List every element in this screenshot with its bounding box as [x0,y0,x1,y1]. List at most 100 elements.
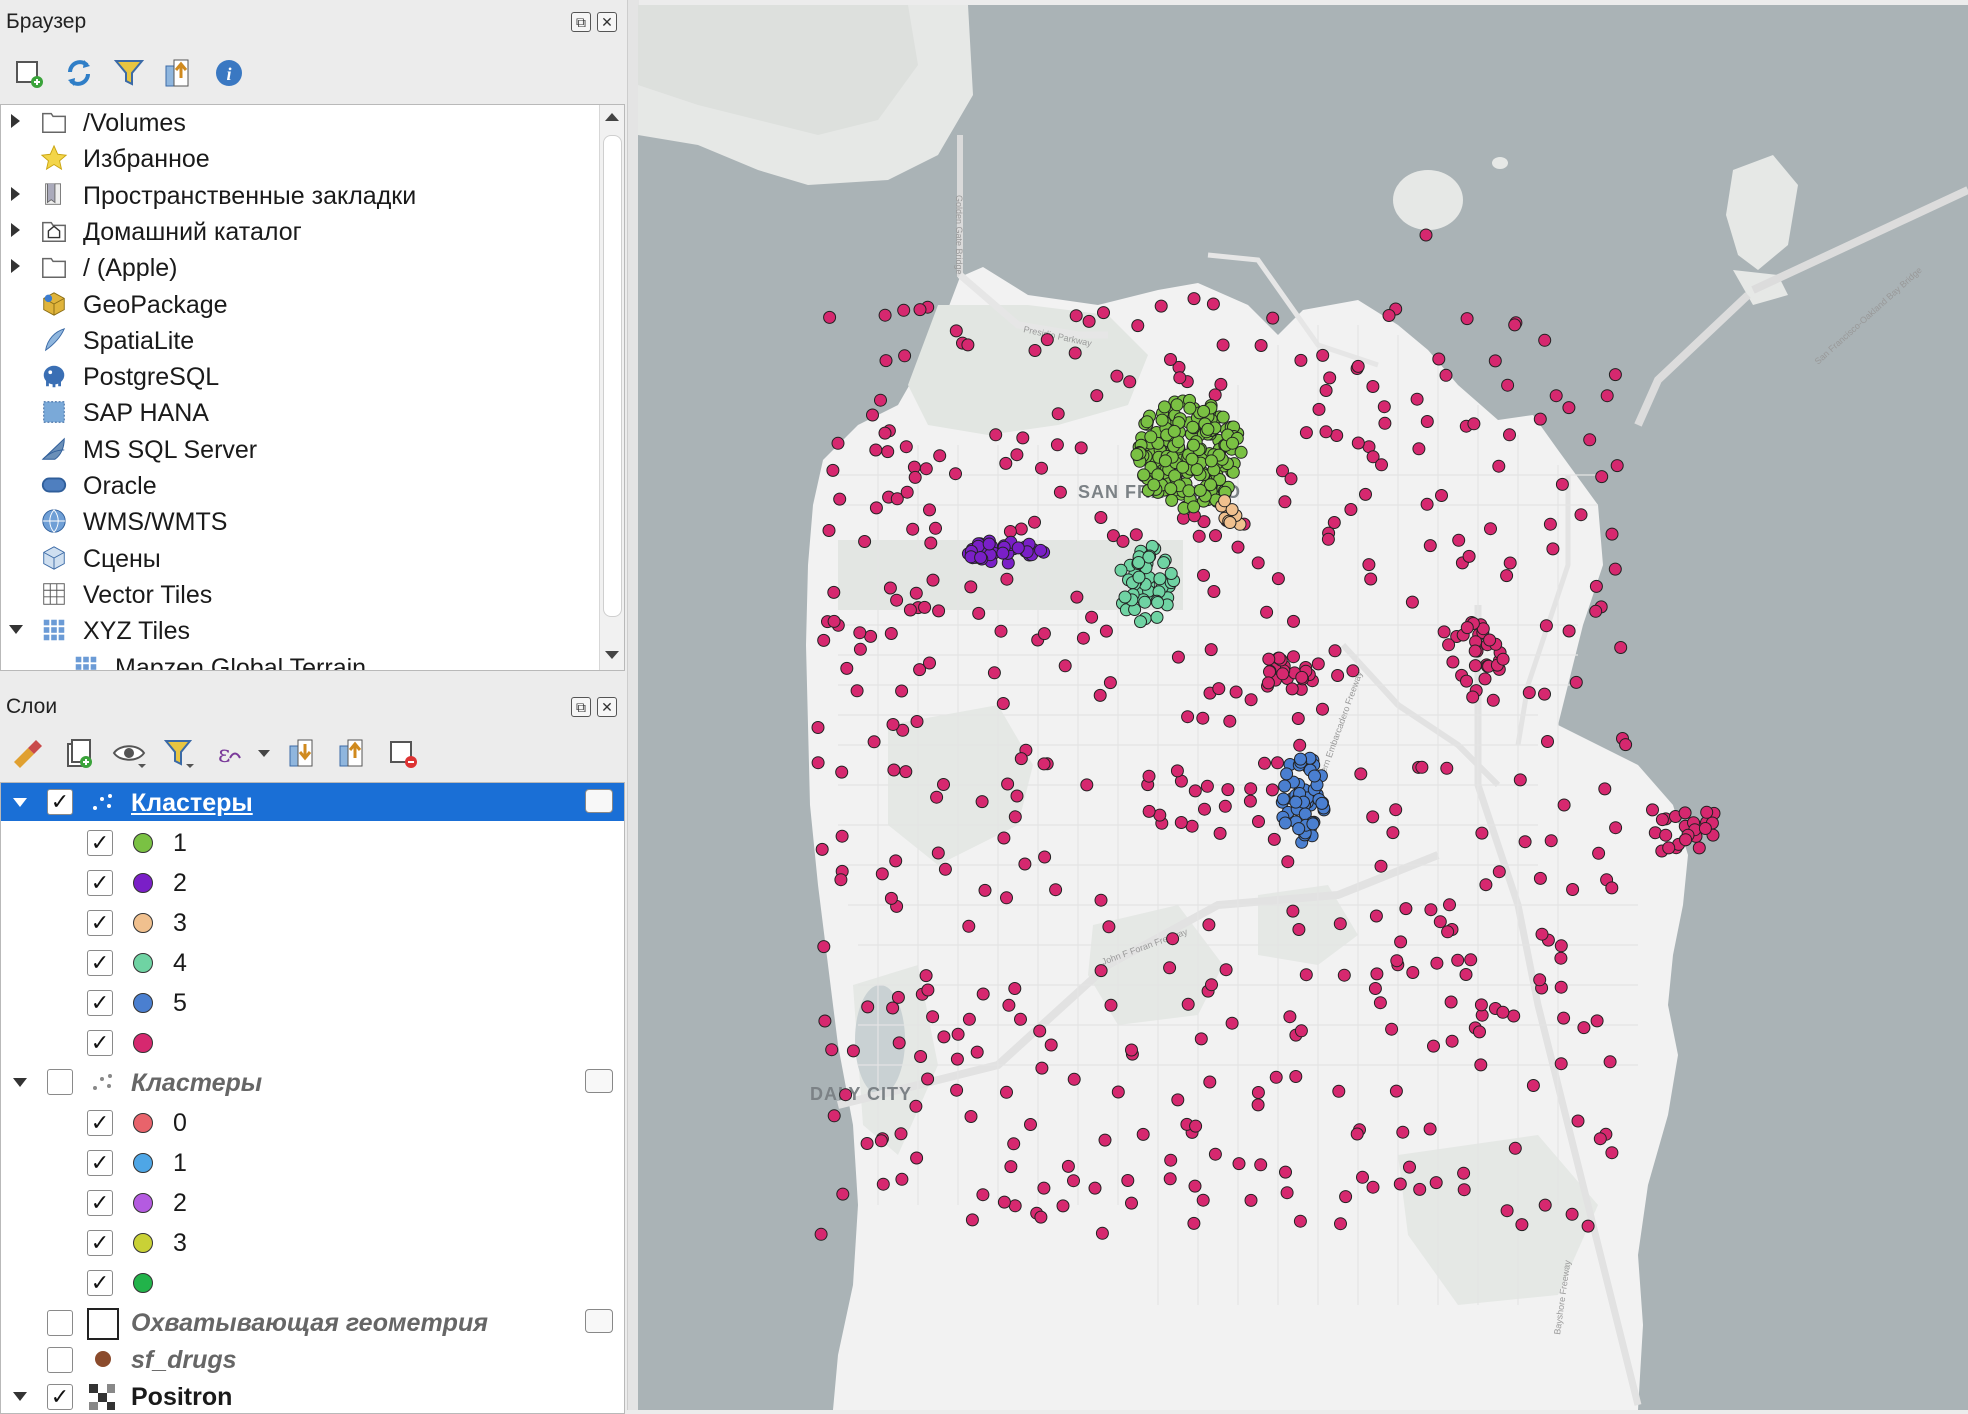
memory-layer-icon[interactable] [585,1069,613,1093]
class-visibility-checkbox[interactable]: ✓ [87,830,113,856]
class-visibility-checkbox[interactable]: ✓ [87,950,113,976]
browser-item[interactable]: PostgreSQL [1,358,591,394]
browser-item[interactable]: /Volumes [1,105,591,140]
legend-class-row[interactable]: ✓ 4 [1,943,624,981]
browser-item[interactable]: SpatiaLite [1,322,591,358]
class-visibility-checkbox[interactable]: ✓ [87,1270,113,1296]
browser-item[interactable]: GeoPackage [1,286,591,322]
legend-class-row[interactable]: ✓ 1 [1,1143,624,1181]
legend-class-row[interactable]: ✓ 3 [1,903,624,941]
add-layer-icon[interactable] [12,56,46,90]
map-point [1171,1093,1185,1107]
float-panel-button[interactable]: ⧉ [571,12,591,32]
map-point [1603,1055,1617,1069]
map-canvas[interactable]: SAN FRANCISCO DALY CITY Presidio Parkway… [638,5,1968,1410]
layer-name[interactable]: sf_drugs [131,1346,237,1375]
expand-arrow-icon[interactable] [11,114,20,128]
legend-class-row[interactable]: ✓ 1 [1,823,624,861]
collapse-all-icon[interactable] [162,56,196,90]
dropdown-arrow-icon[interactable] [258,750,270,757]
browser-item[interactable]: Домашний каталог [1,213,591,249]
expand-arrow-icon[interactable] [11,259,20,274]
layer-row[interactable]: sf_drugs [1,1340,624,1378]
legend-class-row[interactable]: ✓ [1,1263,624,1301]
class-visibility-checkbox[interactable]: ✓ [87,1110,113,1136]
browser-item[interactable]: Mapzen Global Terrain [1,649,591,670]
layers-tree[interactable]: ✓ Кластеры ✓ 1 ✓ 2 ✓ 3 ✓ 4 ✓ 5 ✓ Кластеры ✓ 0 ✓ 1 ✓ 2 ✓ 3 ✓ Охв… [0,782,625,1414]
legend-class-row[interactable]: ✓ 0 [1,1103,624,1141]
layer-row[interactable]: Кластеры [1,1063,624,1101]
memory-layer-icon[interactable] [585,1309,613,1333]
close-panel-button[interactable]: ✕ [597,12,617,32]
browser-item[interactable]: / (Apple) [1,249,591,285]
legend-class-row[interactable]: ✓ 2 [1,1183,624,1221]
filter-icon[interactable] [112,56,146,90]
map-point [1390,954,1404,968]
expand-arrow-icon[interactable] [11,222,20,237]
info-icon[interactable]: i [212,56,246,90]
layer-visibility-checkbox[interactable] [47,1310,73,1336]
close-panel-button[interactable]: ✕ [597,697,617,717]
layer-row[interactable]: ✓ Positron [1,1377,624,1413]
class-visibility-checkbox[interactable]: ✓ [87,990,113,1016]
browser-item[interactable]: Vector Tiles [1,576,591,612]
browser-item[interactable]: MS SQL Server [1,431,591,467]
add-group-icon[interactable] [62,736,96,770]
map-point [1136,1127,1150,1141]
browser-item[interactable]: Избранное [1,140,591,176]
map-point [846,1044,860,1058]
browser-tree[interactable]: /Volumes Избранное Пространственные заклад… [0,104,625,671]
layer-row[interactable]: ✓ Кластеры [1,783,624,821]
map-point [1446,655,1460,669]
layer-styling-icon[interactable] [10,736,44,770]
collapse-arrow-icon[interactable] [13,798,27,807]
scroll-thumb[interactable] [603,135,622,617]
browser-item[interactable]: XYZ Tiles [1,612,591,648]
layer-name[interactable]: Кластеры [131,1069,262,1098]
layer-visibility-checkbox[interactable]: ✓ [47,1384,73,1410]
expression-filter-icon[interactable]: ε [212,736,246,770]
class-visibility-checkbox[interactable]: ✓ [87,910,113,936]
layer-name[interactable]: Positron [131,1383,232,1412]
layer-visibility-checkbox[interactable] [47,1069,73,1095]
class-visibility-checkbox[interactable]: ✓ [87,1190,113,1216]
browser-item[interactable]: WMS/WMTS [1,503,591,539]
browser-scrollbar[interactable] [599,105,624,670]
layer-visibility-checkbox[interactable] [47,1347,73,1373]
layer-row[interactable]: Охватывающая геометрия [1,1303,624,1341]
collapse-all-icon[interactable] [336,736,370,770]
class-symbol-icon [133,1233,153,1253]
class-visibility-checkbox[interactable]: ✓ [87,1150,113,1176]
remove-layer-icon[interactable] [386,736,420,770]
collapse-arrow-icon[interactable] [13,1078,27,1087]
collapse-arrow-icon[interactable] [9,625,23,635]
browser-item[interactable]: Сцены [1,540,591,576]
map-point [1483,633,1497,647]
browser-item[interactable]: SAP HANA [1,394,591,430]
class-visibility-checkbox[interactable]: ✓ [87,1030,113,1056]
visibility-eye-icon[interactable] [112,736,146,770]
legend-class-row[interactable]: ✓ 5 [1,983,624,1021]
collapse-arrow-icon[interactable] [13,1392,27,1401]
layer-visibility-checkbox[interactable]: ✓ [47,789,73,815]
legend-class-row[interactable]: ✓ 3 [1,1223,624,1261]
browser-item[interactable]: Oracle [1,467,591,503]
map-point [1182,484,1196,498]
legend-class-row[interactable]: ✓ 2 [1,863,624,901]
map-point [1140,415,1154,429]
expand-all-icon[interactable] [286,736,320,770]
scroll-up-arrow-icon[interactable] [605,113,619,121]
browser-item[interactable]: Пространственные закладки [1,177,591,213]
class-visibility-checkbox[interactable]: ✓ [87,1230,113,1256]
float-panel-button[interactable]: ⧉ [571,697,591,717]
map-point [923,656,936,670]
class-visibility-checkbox[interactable]: ✓ [87,870,113,896]
memory-layer-icon[interactable] [585,789,613,813]
legend-class-row[interactable]: ✓ [1,1023,624,1061]
filter-legend-icon[interactable] [162,736,196,770]
refresh-icon[interactable] [62,56,96,90]
expand-arrow-icon[interactable] [11,186,20,201]
layer-name[interactable]: Кластеры [131,789,253,818]
scroll-down-arrow-icon[interactable] [605,651,619,659]
layer-name[interactable]: Охватывающая геометрия [131,1309,488,1338]
